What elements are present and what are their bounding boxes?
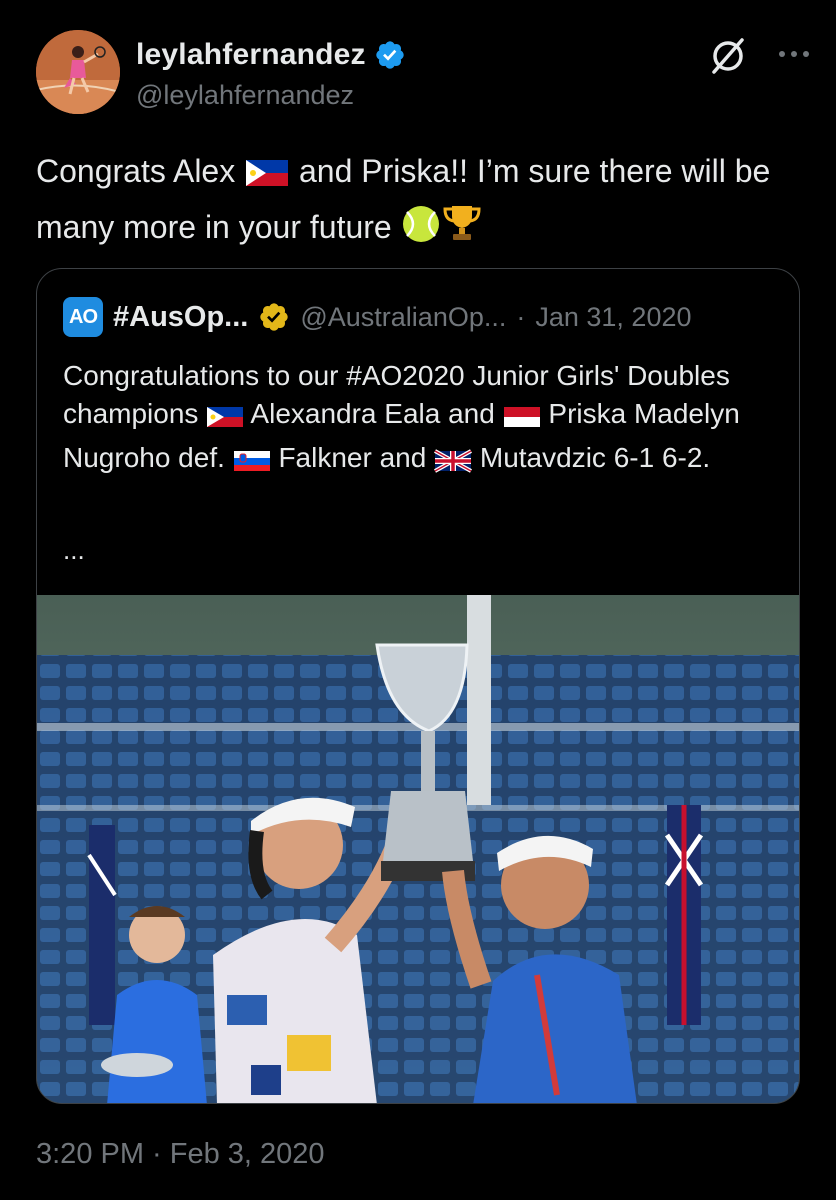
grok-icon[interactable] — [708, 36, 748, 76]
quoted-tweet[interactable]: AO #AusOp... @AustralianOp... · Jan 31, … — [36, 268, 800, 1104]
author-display-name[interactable]: leylahfernandez — [136, 38, 366, 72]
avatar[interactable] — [36, 30, 120, 114]
ao-logo-avatar[interactable]: AO — [63, 297, 103, 337]
quoted-text-part: Falkner and — [270, 442, 435, 473]
tweet-timestamp[interactable]: 3:20 PM · Feb 3, 2020 — [36, 1138, 325, 1171]
verified-gold-badge-icon — [258, 301, 290, 333]
philippines-flag-icon — [206, 401, 244, 439]
verified-badge-icon[interactable] — [374, 39, 406, 71]
show-more-ellipsis[interactable]: ... — [63, 535, 85, 566]
tweet-header: leylahfernandez @leylahfernandez — [36, 30, 809, 116]
quoted-photo[interactable] — [37, 595, 799, 1103]
quoted-handle[interactable]: @AustralianOp... — [300, 302, 506, 333]
tweet-text-part: Congrats Alex — [36, 153, 245, 189]
quoted-display-name[interactable]: #AusOp... — [113, 301, 248, 334]
separator-dot: · — [516, 301, 526, 332]
quoted-text: Congratulations to our #AO2020 Junior Gi… — [63, 357, 783, 483]
author-handle[interactable]: @leylahfernandez — [136, 80, 354, 111]
more-icon[interactable] — [776, 44, 812, 64]
quoted-text-part: Mutavdzic 6-1 6-2. — [472, 442, 711, 473]
philippines-flag-icon — [244, 152, 290, 202]
tweet-text: Congrats Alex and Priska!! I’m sure ther… — [36, 146, 806, 258]
quoted-text-part: Alexandra Eala and — [244, 398, 503, 429]
indonesia-flag-icon — [503, 401, 541, 439]
tennis-ball-icon — [401, 204, 441, 258]
slovenia-flag-icon — [233, 445, 271, 483]
quoted-date[interactable]: Jan 31, 2020 — [535, 302, 691, 333]
uk-flag-icon — [434, 445, 473, 483]
trophy-icon — [441, 202, 483, 258]
